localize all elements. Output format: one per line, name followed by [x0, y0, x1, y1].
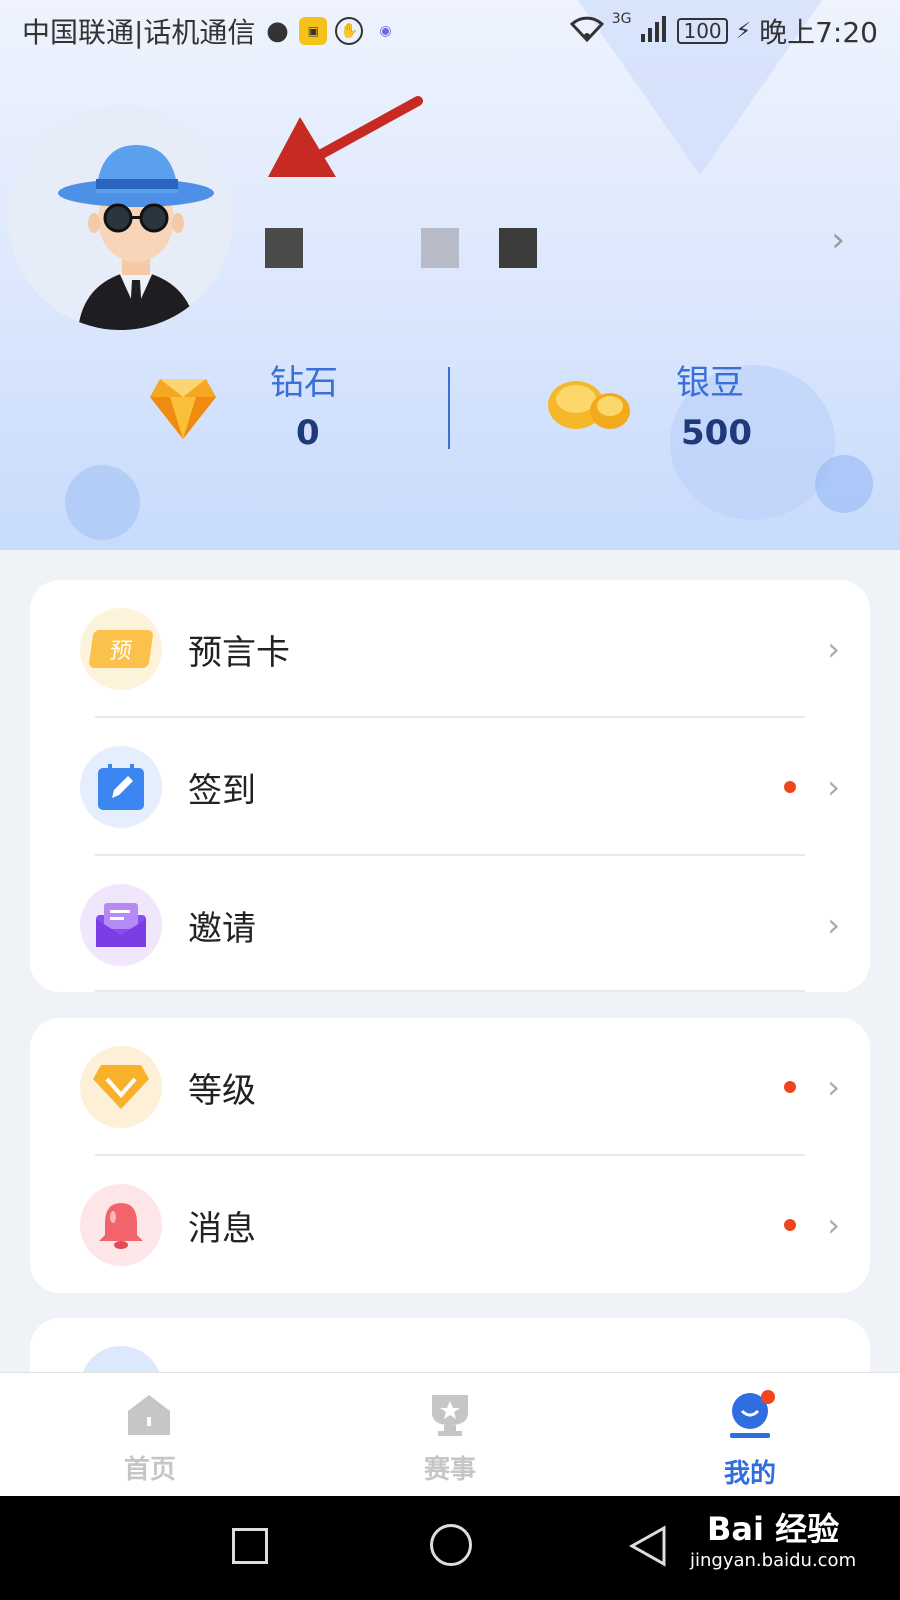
home-icon: [126, 1393, 172, 1439]
menu-item-label: 邀请: [188, 908, 256, 949]
watermark-url: jingyan.baidu.com: [690, 1550, 857, 1571]
clock-text: 晚上7:20: [759, 16, 878, 49]
tab-mine[interactable]: 我的: [650, 1373, 850, 1497]
wifi-icon: [569, 14, 604, 48]
decorative-bubble: [65, 465, 140, 540]
chevron-right-icon: ›: [827, 1206, 840, 1244]
redacted-block: [343, 228, 381, 268]
notification-dot: [784, 781, 796, 793]
menu-item-label: 等级: [188, 1070, 256, 1111]
stats-bar: 钻石 0 银豆 500: [0, 355, 900, 465]
prophecy-card-icon: 预: [80, 608, 162, 690]
menu-item-label: 预言卡: [188, 632, 290, 673]
diamond-icon: [150, 377, 216, 443]
app-badge-icon: ▣: [299, 17, 328, 45]
menu-item-invite[interactable]: 邀请 ›: [30, 856, 870, 994]
silver-bean-value: 500: [681, 413, 752, 453]
battery-indicator: 100: [677, 18, 728, 44]
hand-icon: ✋: [335, 17, 364, 45]
menu-item-messages[interactable]: 消息 ›: [30, 1156, 870, 1294]
silver-bean-label: 银豆: [676, 363, 744, 403]
bottom-tab-bar: 首页 赛事 我的: [0, 1372, 900, 1496]
stats-divider: [448, 367, 450, 449]
signal-icon: [639, 14, 669, 49]
bean-icon: [546, 373, 632, 437]
notification-dot: [784, 1219, 796, 1231]
app-notification-icon: ◉: [379, 23, 392, 39]
menu-item-prophecy-card[interactable]: 预 预言卡 ›: [30, 580, 870, 718]
menu-card-primary: 预 预言卡 › 签到 › 邀请 ›: [30, 580, 870, 992]
back-button[interactable]: [628, 1524, 668, 1572]
watermark-brand: Bai 经验: [707, 1510, 840, 1548]
detective-avatar-image: [58, 145, 214, 330]
status-bar: 中国联通|话机通信 ● ▣ ✋ ◉ 3G 100 ⚡ 晚上7:20: [0, 0, 900, 62]
trophy-icon: [426, 1393, 474, 1441]
menu-item-checkin[interactable]: 签到 ›: [30, 718, 870, 856]
chat-bubble-icon: ●: [266, 16, 289, 46]
chevron-right-icon: ›: [827, 768, 840, 806]
menu-item-label: 签到: [188, 770, 256, 811]
bell-icon: [80, 1184, 162, 1266]
prophecy-card-icon-text: 预: [107, 639, 134, 664]
tab-home[interactable]: 首页: [50, 1373, 250, 1497]
avatar[interactable]: [8, 105, 233, 330]
network-type: 3G: [611, 11, 632, 27]
level-icon: [80, 1046, 162, 1128]
redacted-block: [421, 228, 459, 268]
username-redacted[interactable]: [265, 228, 537, 268]
menu-item-level[interactable]: 等级 ›: [30, 1018, 870, 1156]
checkin-icon: [80, 746, 162, 828]
row-divider: [95, 990, 805, 992]
baidu-watermark: Bai 经验 jingyan.baidu.com: [690, 1504, 856, 1571]
profile-icon: [728, 1389, 780, 1443]
tab-label: 我的: [723, 1459, 776, 1489]
tab-label: 赛事: [423, 1455, 476, 1485]
diamond-label: 钻石: [270, 363, 338, 403]
recent-apps-button[interactable]: [232, 1528, 268, 1564]
system-navigation-bar: Bai 经验 jingyan.baidu.com: [0, 1496, 900, 1600]
menu-card-secondary: 等级 › 消息 ›: [30, 1018, 870, 1293]
profile-header: 中国联通|话机通信 ● ▣ ✋ ◉ 3G 100 ⚡ 晚上7:20 › 钻石 0…: [0, 0, 900, 550]
chevron-right-icon: ›: [827, 630, 840, 668]
profile-chevron-icon[interactable]: ›: [831, 220, 845, 260]
menu-item-label: 消息: [188, 1208, 256, 1249]
redacted-block: [499, 228, 537, 268]
chevron-right-icon: ›: [827, 906, 840, 944]
diamond-value: 0: [296, 413, 320, 453]
home-button[interactable]: [430, 1524, 472, 1566]
notification-dot: [784, 1081, 796, 1093]
invite-icon: [80, 884, 162, 966]
chevron-right-icon: ›: [827, 1068, 840, 1106]
charging-icon: ⚡: [735, 18, 752, 44]
tab-matches[interactable]: 赛事: [350, 1373, 550, 1497]
tab-label: 首页: [123, 1455, 176, 1485]
carrier-text: 中国联通|话机通信: [22, 16, 256, 49]
red-arrow-annotation: [268, 96, 423, 177]
redacted-block: [265, 228, 303, 268]
